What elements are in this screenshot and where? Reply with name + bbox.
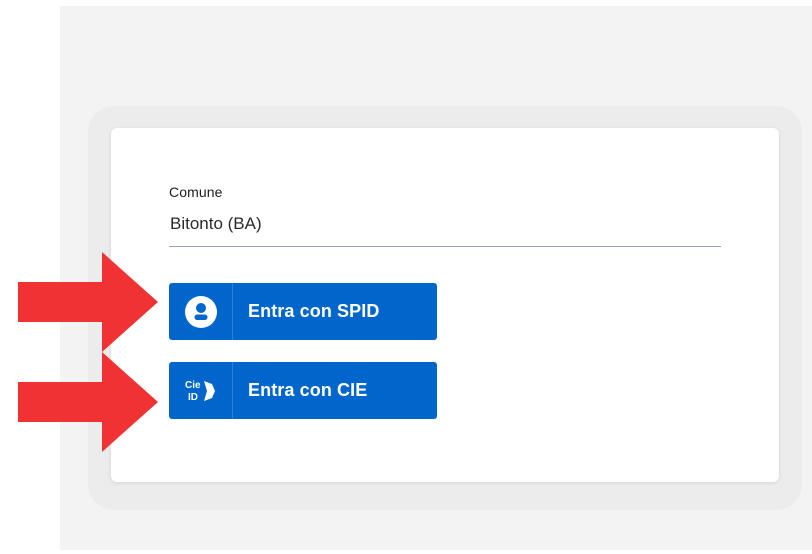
- comune-field: Comune: [169, 184, 721, 247]
- spid-button-label: Entra con SPID: [248, 301, 380, 321]
- cie-icon-wrap: Cie ID: [169, 362, 233, 419]
- login-card: Comune Entra con SPID Cie ID En: [111, 128, 779, 482]
- red-arrow-icon: [18, 352, 158, 452]
- user-circle-icon: [184, 295, 217, 328]
- cie-logo-top-text: Cie: [185, 380, 201, 391]
- comune-input[interactable]: [169, 214, 721, 247]
- cie-login-button[interactable]: Cie ID Entra con CIE: [169, 362, 437, 419]
- cie-button-label: Entra con CIE: [248, 380, 368, 400]
- spid-login-button[interactable]: Entra con SPID: [169, 283, 437, 340]
- cie-logo-bottom-text: ID: [188, 392, 198, 403]
- red-arrow-icon: [18, 252, 158, 352]
- cie-id-icon: Cie ID: [185, 380, 215, 403]
- page: Comune Entra con SPID Cie ID En: [0, 0, 812, 554]
- spid-icon-wrap: [169, 283, 233, 340]
- comune-label: Comune: [169, 184, 223, 200]
